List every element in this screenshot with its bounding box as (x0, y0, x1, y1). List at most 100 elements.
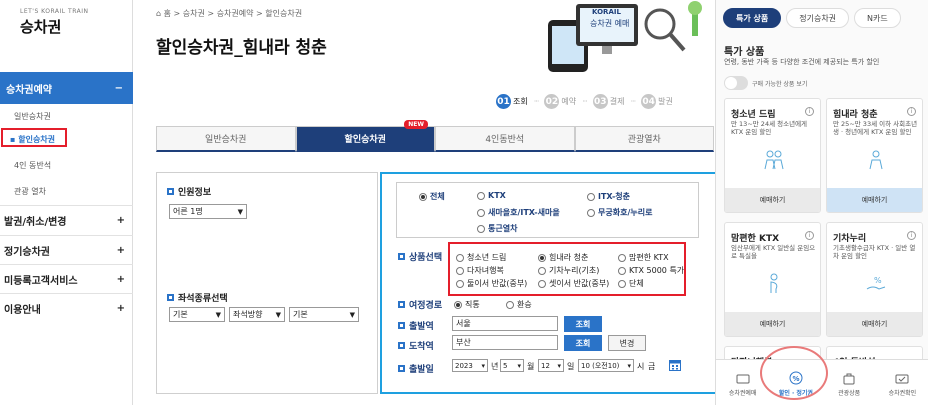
mobile-tab-season[interactable]: 정기승차권 (786, 8, 850, 28)
route-direct[interactable]: 직통 (454, 299, 480, 310)
menu-section-label: 승차권예약 (6, 84, 52, 96)
tab-general[interactable]: 일반승차권 (156, 126, 296, 152)
breadcrumb-ticket[interactable]: 승차권 (183, 9, 205, 18)
train-type-mugunghwa[interactable]: 무궁화호/누리로 (587, 207, 652, 218)
product-cheer-youth[interactable]: 힘내라 청춘 (538, 252, 588, 263)
train-type-saemaeul[interactable]: 새마을호/ITX-새마을 (477, 207, 560, 218)
calendar-icon[interactable] (669, 359, 681, 371)
nav-tour-product[interactable]: 관광상품 (823, 360, 876, 405)
step-label: 예약 (561, 97, 577, 106)
submenu-tour-train[interactable]: 관광 열차 (14, 186, 46, 197)
passenger-select[interactable]: 어른 1명 ▼ (169, 204, 247, 219)
time-unit: 시 (637, 362, 645, 371)
mobile-tab-special[interactable]: 특가 상품 (723, 8, 782, 28)
mobile-tab-ncard[interactable]: N카드 (854, 8, 901, 28)
people-icon (764, 150, 784, 170)
menu-label: 발권/취소/변경 (4, 217, 67, 228)
main-content: ⌂ 홈 > 승차권 > 승차권예약 > 할인승차권 할인승차권_힘내라 청춘 K… (134, 0, 717, 405)
train-type-itx-cheongchun[interactable]: ITX-청춘 (587, 191, 630, 202)
breadcrumb-reserve[interactable]: 승차권예약 (217, 9, 254, 18)
select-value: 기본 (293, 310, 308, 319)
info-icon[interactable]: i (805, 231, 814, 240)
breadcrumb-home[interactable]: 홈 (164, 9, 171, 18)
tab-discount[interactable]: 할인승차권 NEW (295, 120, 435, 152)
radio-label: 셋이서 반값(중부) (549, 279, 610, 288)
menu-season-ticket[interactable]: 정기승차권 + (0, 235, 133, 265)
radio-label: 기차누리(기초) (549, 266, 600, 275)
menu-issue-cancel[interactable]: 발권/취소/변경 + (0, 205, 133, 235)
info-icon[interactable]: i (907, 107, 916, 116)
train-type-all[interactable]: 전체 (419, 191, 445, 202)
submenu-family-seat[interactable]: 4인 동반석 (14, 160, 51, 171)
step-label: 조회 (513, 97, 528, 106)
train-type-commuter[interactable]: 통근열차 (477, 223, 517, 234)
section-bullet-icon (167, 188, 174, 195)
nav-ticket-check[interactable]: 승차권확인 (876, 360, 928, 405)
menu-guide[interactable]: 이용안내 + (0, 293, 133, 323)
select-value: 10 (오전10) (581, 361, 620, 370)
product-group[interactable]: 단체 (618, 278, 644, 289)
product-two-half[interactable]: 둘이서 반값(중부) (456, 278, 527, 289)
select-value: 어른 1명 (173, 207, 203, 216)
year-select[interactable]: 2023 ▾ (452, 359, 488, 372)
radio-icon (477, 224, 485, 233)
available-toggle[interactable] (724, 76, 748, 90)
month-unit: 월 (527, 362, 535, 371)
options-panel: 인원정보 어른 1명 ▼ 좌석종류선택 기본 ▼ 좌석방향 ▼ 기본 ▼ (156, 172, 378, 394)
departure-search-button[interactable]: 조회 (564, 316, 602, 332)
product-card-mom[interactable]: 맘편한 KTX i 임산부에게 KTX 일반실 운임으로 특실을 예매하기 (724, 222, 821, 337)
step-payment: 03 결제 (592, 94, 624, 109)
section-bullet-icon (398, 322, 405, 329)
arrival-station-input[interactable]: 부산 (452, 335, 558, 350)
radio-icon (538, 266, 546, 275)
tab-family-seat[interactable]: 4인동반석 (435, 126, 575, 152)
seat-position-select[interactable]: 기본 ▼ (289, 307, 359, 322)
route-transfer[interactable]: 환승 (506, 299, 532, 310)
card-title: 힘내라 청춘 (833, 110, 878, 120)
card-title: 맘편한 KTX (731, 234, 780, 244)
home-icon[interactable]: ⌂ (156, 9, 161, 18)
section-label: 상품선택 (409, 253, 443, 263)
day-select[interactable]: 12 ▾ (538, 359, 564, 372)
swap-stations-button[interactable]: 변경 (608, 335, 646, 351)
seat-section-title: 좌석종류선택 (167, 291, 228, 304)
step-separator: ··· (533, 97, 540, 106)
radio-icon (477, 208, 485, 217)
card-reserve-button[interactable]: 예매하기 (827, 188, 922, 212)
menu-guest-service[interactable]: 미등록고객서비스 + (0, 264, 133, 294)
tab-tour-train[interactable]: 관광열차 (574, 126, 714, 152)
card-reserve-button[interactable]: 예매하기 (725, 312, 820, 336)
arrival-search-button[interactable]: 조회 (564, 335, 602, 351)
menu-section-reservation[interactable]: 승차권예약 − (0, 72, 133, 104)
product-gicha-nuri[interactable]: 기차누리(기초) (538, 265, 599, 276)
seat-direction-select[interactable]: 좌석방향 ▼ (229, 307, 285, 322)
product-multi-child[interactable]: 다자녀행복 (456, 265, 504, 276)
chevron-down-icon: ▼ (349, 310, 355, 319)
departure-station-input[interactable]: 서울 (452, 316, 558, 331)
product-card-youth[interactable]: 청소년 드림 i 만 13~만 24세 청소년에게 KTX 운임 할인 예매하기 (724, 98, 821, 213)
product-mom-ktx[interactable]: 맘편한 KTX (618, 252, 669, 263)
nav-label: 관광상품 (838, 390, 861, 397)
menu-label: 이용안내 (4, 305, 41, 316)
product-ktx-5000[interactable]: KTX 5000 특가 (618, 265, 684, 276)
card-reserve-button[interactable]: 예매하기 (827, 312, 922, 336)
month-select[interactable]: 5 ▾ (500, 359, 524, 372)
card-reserve-button[interactable]: 예매하기 (725, 188, 820, 212)
new-badge: NEW (404, 120, 428, 129)
radio-label: 청소년 드림 (467, 253, 507, 262)
info-icon[interactable]: i (805, 107, 814, 116)
section-bullet-icon (398, 301, 405, 308)
expand-icon: + (116, 215, 125, 226)
radio-icon (506, 300, 514, 309)
info-icon[interactable]: i (907, 231, 916, 240)
time-select[interactable]: 10 (오전10) ▾ (578, 359, 634, 372)
radio-icon (618, 253, 626, 262)
submenu-general-ticket[interactable]: 일반승차권 (14, 111, 51, 122)
train-type-ktx[interactable]: KTX (477, 191, 506, 200)
product-card-cheer[interactable]: 힘내라 청춘 i 만 25~만 33세 이하 사회초년생 · 청년에게 KTX … (826, 98, 923, 213)
seat-type-select[interactable]: 기본 ▼ (169, 307, 225, 322)
product-youth-dream[interactable]: 청소년 드림 (456, 252, 506, 263)
nav-label: 승차권예매 (728, 390, 757, 397)
product-three-half[interactable]: 셋이서 반값(중부) (538, 278, 609, 289)
product-card-nuri[interactable]: 기차누리 i 기초생활수급자 KTX · 일반 열차 운임 할인 % 예매하기 (826, 222, 923, 337)
